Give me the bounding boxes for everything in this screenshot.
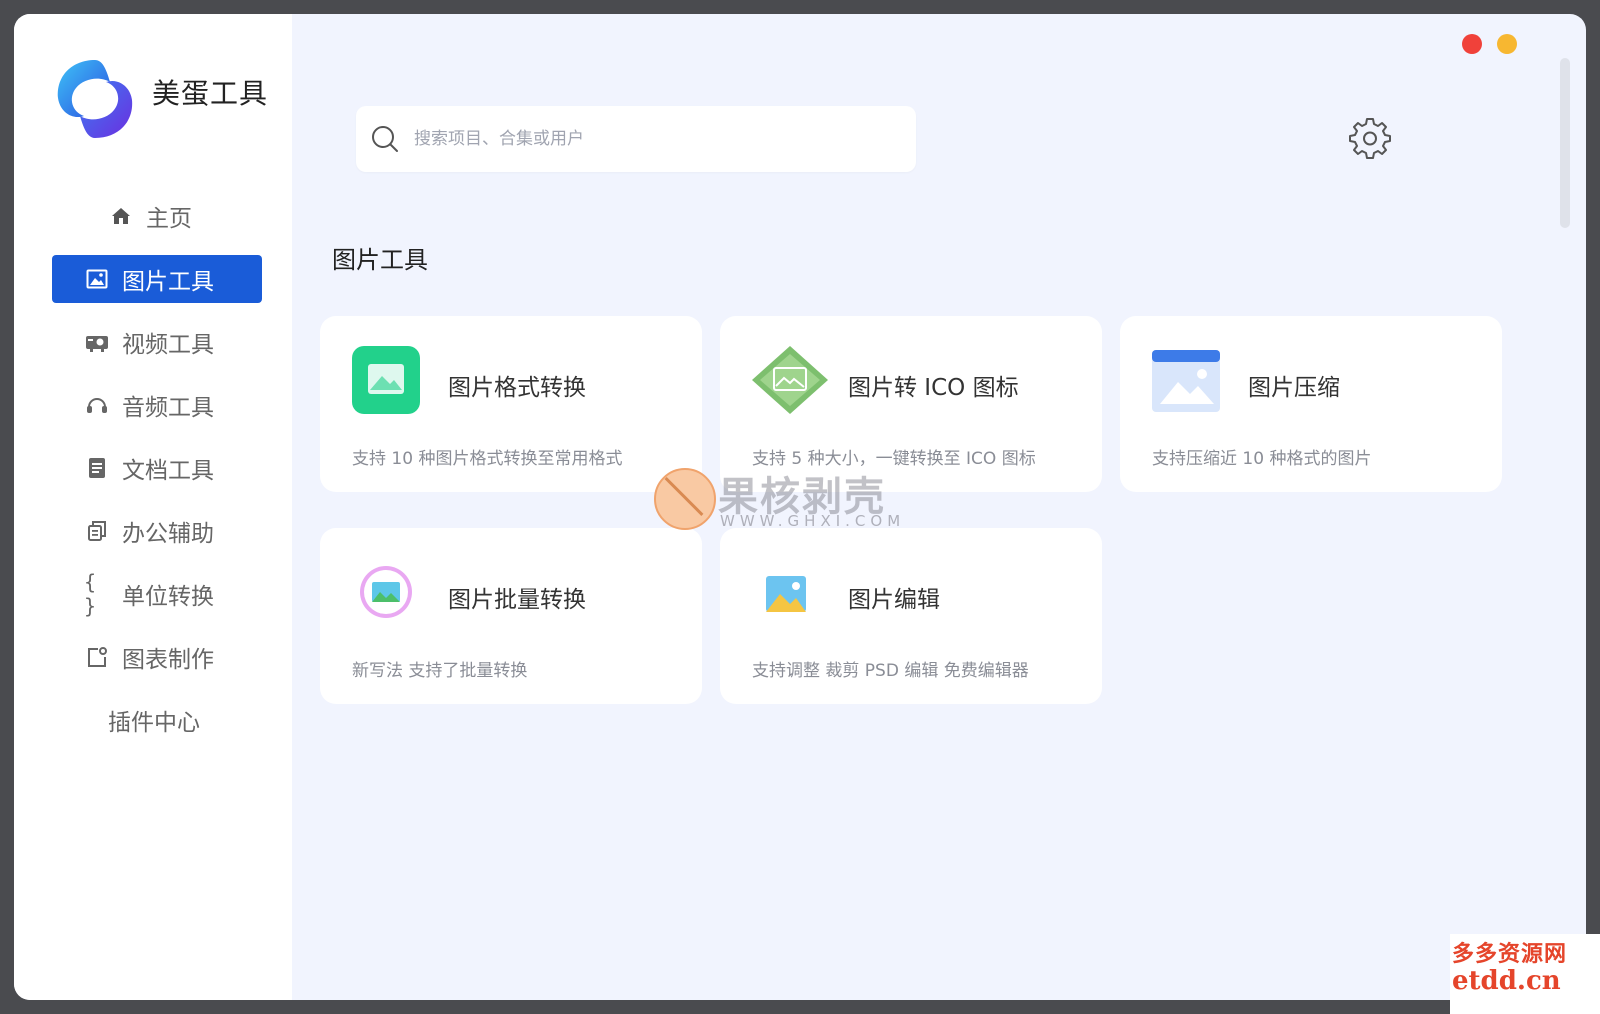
image-compress-icon [1152,350,1220,412]
card-description: 支持调整 裁剪 PSD 编辑 免费编辑器 [752,661,1029,681]
minimize-window-button[interactable] [1497,34,1517,54]
sidebar-item-label: 主页 [146,206,192,232]
app-title: 美蛋工具 [152,77,269,110]
sidebar-item-office-assist[interactable]: 办公辅助 [52,507,262,555]
video-icon [84,329,110,355]
tool-card-image-compress[interactable]: 图片压缩 支持压缩近 10 种格式的图片 [1120,316,1502,492]
app-logo [57,60,133,138]
braces-icon: { } [84,570,97,618]
card-title: 图片转 ICO 图标 [848,375,1019,401]
chart-edit-icon [84,644,110,670]
scrollbar[interactable] [1560,58,1570,228]
search-icon [372,126,398,152]
sidebar: 美蛋工具 主页 图片工具 视频工具 音频工具 文档工具 办公辅助 {} 单位转… [14,14,292,1000]
sidebar-item-chart-make[interactable]: 图表制作 [52,633,262,681]
document-icon [84,455,110,481]
copy-icon [84,518,110,544]
headset-icon [84,392,110,418]
card-title: 图片编辑 [848,587,940,613]
search-input[interactable] [412,128,876,150]
sidebar-item-document-tools[interactable]: 文档工具 [52,444,262,492]
sidebar-item-home[interactable]: 主页 [52,192,262,240]
home-icon [108,203,134,229]
close-window-button[interactable] [1462,34,1482,54]
sidebar-item-label: 图表制作 [122,647,214,673]
sidebar-item-label: 音频工具 [122,395,214,421]
app-window: 美蛋工具 主页 图片工具 视频工具 音频工具 文档工具 办公辅助 {} 单位转… [14,14,1586,1000]
image-icon [84,266,110,292]
tool-card-image-batch-convert[interactable]: 图片批量转换 新写法 支持了批量转换 [320,528,702,704]
card-description: 支持压缩近 10 种格式的图片 [1152,449,1372,469]
sidebar-item-video-tools[interactable]: 视频工具 [52,318,262,366]
card-description: 支持 10 种图片格式转换至常用格式 [352,449,623,469]
sidebar-item-label: 办公辅助 [122,521,214,547]
sidebar-item-audio-tools[interactable]: 音频工具 [52,381,262,429]
image-edit-icon [766,576,806,612]
card-title: 图片格式转换 [448,375,586,401]
image-to-ico-icon [752,346,828,414]
sidebar-item-label: 插件中心 [108,710,200,736]
sidebar-item-label: 文档工具 [122,458,214,484]
sidebar-nav: 主页 图片工具 视频工具 音频工具 文档工具 办公辅助 {} 单位转换 图表制… [52,192,262,759]
tool-card-image-format-convert[interactable]: 图片格式转换 支持 10 种图片格式转换至常用格式 [320,316,702,492]
card-title: 图片批量转换 [448,587,586,613]
image-batch-icon [360,566,412,618]
sidebar-item-unit-convert[interactable]: { } 单位转换 [52,570,262,618]
card-description: 新写法 支持了批量转换 [352,661,528,681]
card-title: 图片压缩 [1248,375,1340,401]
section-title: 图片工具 [332,246,428,274]
sidebar-item-label: 单位转换 [122,584,214,610]
image-convert-icon [352,346,420,414]
settings-gear-icon[interactable] [1348,116,1392,160]
search-bar [356,106,916,172]
card-description: 支持 5 种大小，一键转换至 ICO 图标 [752,449,1036,469]
tool-card-image-to-ico[interactable]: 图片转 ICO 图标 支持 5 种大小，一键转换至 ICO 图标 [720,316,1102,492]
sidebar-item-image-tools[interactable]: 图片工具 [52,255,262,303]
tool-card-image-edit[interactable]: 图片编辑 支持调整 裁剪 PSD 编辑 免费编辑器 [720,528,1102,704]
sidebar-item-plugin-center[interactable]: 插件中心 [52,696,262,744]
sidebar-item-label: 图片工具 [122,269,214,295]
sidebar-item-label: 视频工具 [122,332,214,358]
